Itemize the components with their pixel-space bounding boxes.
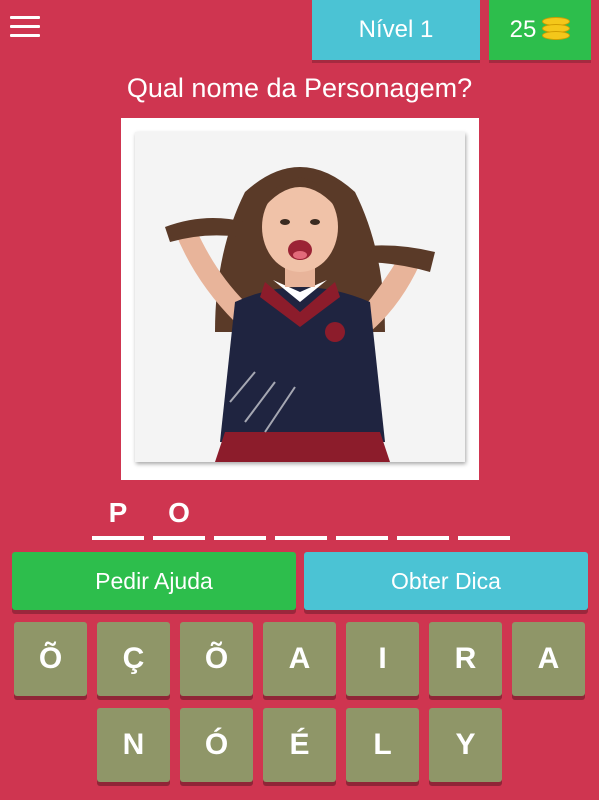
letter-key[interactable]: É xyxy=(263,708,336,782)
letter-key[interactable]: N xyxy=(97,708,170,782)
answer-slot[interactable] xyxy=(458,494,510,540)
answer-slots: P O xyxy=(0,494,599,540)
answer-slot[interactable] xyxy=(275,494,327,540)
letter-key[interactable]: A xyxy=(512,622,585,696)
puzzle-image-frame xyxy=(121,118,479,480)
answer-slot[interactable] xyxy=(336,494,388,540)
character-photo xyxy=(135,132,465,462)
level-label: Nível 1 xyxy=(358,16,434,43)
answer-slot[interactable] xyxy=(397,494,449,540)
letter-key[interactable]: Õ xyxy=(180,622,253,696)
letter-key[interactable]: L xyxy=(346,708,419,782)
question-text: Qual nome da Personagem? xyxy=(126,73,473,103)
letter-key[interactable]: Ó xyxy=(180,708,253,782)
coins-stack-icon xyxy=(542,17,571,43)
letter-key[interactable]: Õ xyxy=(14,622,87,696)
letter-key[interactable]: R xyxy=(429,622,502,696)
character-illustration xyxy=(135,132,465,462)
coin-counter[interactable]: 25 xyxy=(489,0,591,60)
hamburger-menu-icon[interactable] xyxy=(10,16,40,42)
ask-help-button[interactable]: Pedir Ajuda xyxy=(12,552,296,610)
letter-key[interactable]: Y xyxy=(429,708,502,782)
answer-slot[interactable]: O xyxy=(153,494,205,540)
level-badge: Nível 1 xyxy=(312,0,480,60)
letter-key[interactable]: I xyxy=(346,622,419,696)
get-hint-button[interactable]: Obter Dica xyxy=(304,552,588,610)
answer-slot[interactable] xyxy=(214,494,266,540)
coin-count: 25 xyxy=(509,16,537,43)
answer-slot[interactable]: P xyxy=(92,494,144,540)
letter-key[interactable]: Ç xyxy=(97,622,170,696)
letter-key[interactable]: A xyxy=(263,622,336,696)
